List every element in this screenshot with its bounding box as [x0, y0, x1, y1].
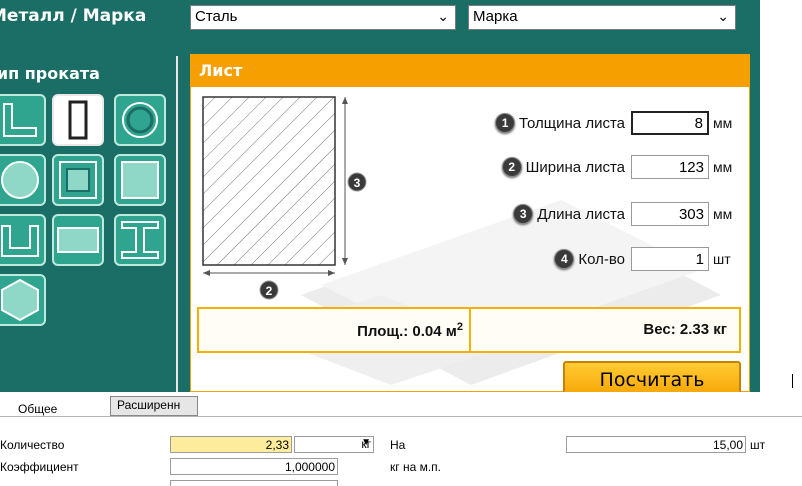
- metal-select-value: Сталь: [195, 8, 238, 25]
- calculator-topbar: Металл / Марка Сталь ⌄ Марка ⌄: [0, 0, 760, 40]
- thickness-unit: мм: [713, 115, 733, 131]
- field-number-badge: 3: [513, 204, 534, 224]
- weight-result: Вес: 2.33 кг: [471, 309, 739, 351]
- thickness-row: 1 Толщина листа мм: [495, 111, 737, 135]
- circle-icon: [1, 161, 39, 199]
- quantity-unit: шт: [713, 251, 731, 267]
- area-label: Площ.: 0.04 м: [357, 323, 457, 340]
- dropdown-arrow-icon: ▼: [361, 437, 371, 448]
- length-unit: мм: [713, 206, 733, 222]
- coefficient-input[interactable]: [170, 458, 338, 475]
- sheet-drawing: 3 2: [202, 96, 367, 300]
- kg-per-meter-label: кг на м.п.: [390, 460, 442, 474]
- area-unit-superscript: 2: [456, 321, 463, 333]
- per-input[interactable]: [566, 436, 746, 453]
- chevron-down-icon: ⌄: [437, 8, 449, 24]
- rectangle-icon: [57, 227, 99, 253]
- steel-calculator: Металл / Марка Сталь ⌄ Марка ⌄ Тип прока…: [0, 0, 760, 392]
- hexagon-shape-button[interactable]: [0, 274, 46, 326]
- hexagon-icon: [1, 278, 39, 322]
- length-label: Длина листа: [537, 205, 625, 223]
- extra-field-input[interactable]: [170, 480, 338, 486]
- properties-form: Общее Расширенн Количество кг ▼ На шт Ко…: [0, 392, 802, 486]
- thickness-label: Толщина листа: [519, 114, 625, 132]
- per-label: На: [390, 438, 406, 452]
- i-beam-shape-button[interactable]: [114, 214, 166, 266]
- rolled-type-panel: Тип проката: [0, 56, 178, 392]
- sheet-panel-title: Лист: [199, 61, 243, 80]
- calculate-button[interactable]: Посчитать: [563, 361, 741, 392]
- shape-grid: [0, 90, 178, 390]
- chevron-down-icon: ⌄: [717, 8, 729, 24]
- grade-select-value: Марка: [473, 8, 518, 25]
- pipe-icon: [122, 102, 158, 138]
- area-text: Площ.: 0.04 м2: [357, 321, 463, 340]
- square-pipe-icon: [59, 161, 97, 199]
- strip-shape-button[interactable]: [52, 214, 104, 266]
- width-mark-label: 2: [266, 284, 273, 298]
- coefficient-label: Коэффициент: [0, 460, 79, 474]
- width-row: 2 Ширина листа мм: [501, 155, 737, 179]
- width-unit: мм: [713, 159, 733, 175]
- grade-select[interactable]: Марка ⌄: [468, 5, 736, 30]
- square-bar-shape-button[interactable]: [114, 154, 166, 206]
- quantity-field-input[interactable]: [170, 436, 292, 453]
- channel-icon: [1, 225, 39, 257]
- tab-general[interactable]: Общее: [18, 402, 57, 420]
- tab-extended[interactable]: Расширенн: [110, 396, 198, 416]
- round-bar-shape-button[interactable]: [0, 154, 46, 206]
- i-beam-icon: [121, 221, 159, 259]
- quantity-input[interactable]: [631, 247, 709, 271]
- sheet-shape-button[interactable]: [52, 94, 104, 146]
- thickness-input[interactable]: [631, 111, 709, 135]
- width-input[interactable]: [631, 155, 709, 179]
- angle-shape-button[interactable]: [0, 94, 46, 146]
- result-bar: Площ.: 0.04 м2 Вес: 2.33 кг: [197, 307, 741, 353]
- quantity-unit-select[interactable]: кг ▼: [294, 436, 374, 453]
- quantity-label: Кол-во: [578, 250, 625, 268]
- sheet-panel-header: Лист: [191, 55, 749, 87]
- metal-select[interactable]: Сталь ⌄: [190, 5, 456, 30]
- weight-label: Вес: 2.33 кг: [643, 321, 727, 338]
- square-pipe-shape-button[interactable]: [52, 154, 104, 206]
- metal-grade-title: Металл / Марка: [0, 6, 147, 26]
- square-icon: [121, 161, 159, 199]
- field-number-badge: 2: [501, 157, 522, 177]
- pipe-shape-button[interactable]: [114, 94, 166, 146]
- field-number-badge: 4: [554, 249, 575, 269]
- sheet-panel: Лист 3 2 1 Толщина листа 8 мм 2 Ширина л…: [190, 54, 750, 392]
- width-label: Ширина листа: [525, 158, 625, 176]
- angle-icon: [3, 103, 37, 137]
- sheet-icon: [68, 100, 88, 140]
- per-unit: шт: [750, 438, 766, 452]
- length-row: 3 Длина листа мм: [513, 202, 737, 226]
- field-number-badge: 1: [495, 113, 516, 133]
- length-input[interactable]: [631, 202, 709, 226]
- height-mark-label: 3: [354, 176, 361, 190]
- area-result: Площ.: 0.04 м2: [199, 309, 471, 351]
- quantity-row: 4 Кол-во шт: [554, 247, 737, 271]
- text-cursor: [792, 374, 793, 388]
- channel-shape-button[interactable]: [0, 214, 46, 266]
- rolled-type-title: Тип проката: [0, 64, 100, 83]
- quantity-field-label: Количество: [0, 438, 65, 452]
- tab-divider: [0, 416, 802, 417]
